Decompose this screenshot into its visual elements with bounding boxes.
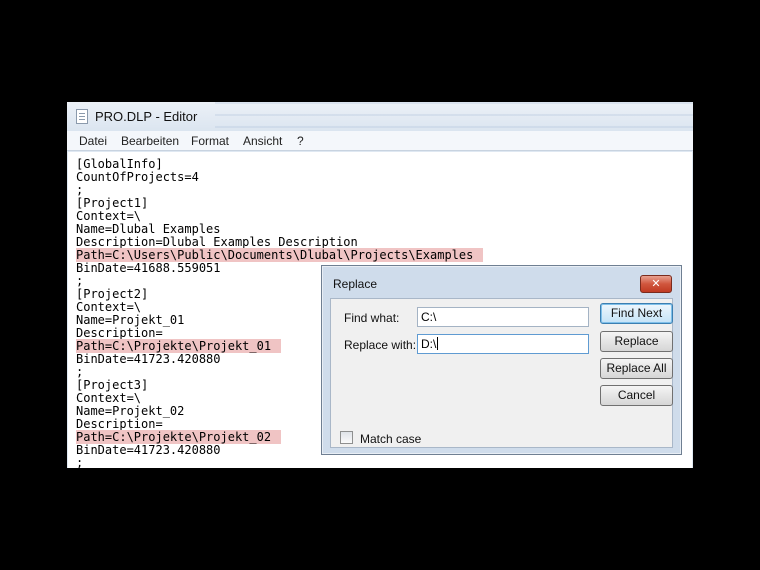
replace-with-value: D:\ (421, 337, 437, 351)
menu-help[interactable]: ? (297, 134, 304, 148)
replace-with-label: Replace with: (344, 338, 417, 352)
line-text: Description= (76, 326, 163, 340)
notepad-icon (76, 109, 88, 124)
line-text: Name=Projekt_02 (76, 404, 185, 418)
line-text: Description=Dlubal Examples Description (76, 235, 358, 249)
title-bar[interactable]: PRO.DLP - Editor (67, 102, 693, 131)
dialog-title: Replace (333, 277, 378, 291)
text-line: BinDate=41723.420880 (76, 353, 221, 366)
line-text: ; (76, 274, 84, 288)
menu-ansicht[interactable]: Ansicht (243, 134, 282, 148)
replace-all-button[interactable]: Replace All (600, 358, 673, 379)
line-text: BinDate=41723.420880 (76, 352, 221, 366)
find-what-value: C:\ (421, 310, 437, 324)
text-line: CountOfProjects=4 (76, 171, 199, 184)
match-case-label[interactable]: Match case (360, 432, 421, 446)
replace-with-input[interactable]: D:\ (417, 334, 589, 354)
text-line: BinDate=41688.559051 (76, 262, 221, 275)
find-what-label: Find what: (344, 311, 400, 325)
line-text: ; (76, 183, 84, 197)
line-text: Name=Projekt_01 (76, 313, 185, 327)
line-text: [Project2] (76, 287, 149, 301)
line-text: [GlobalInfo] (76, 157, 163, 171)
text-line: BinDate=41723.420880 (76, 444, 221, 457)
line-text: ; (76, 456, 84, 469)
background-window-ghost (215, 102, 693, 131)
line-text: [Project3] (76, 378, 149, 392)
highlighted-path-text: Path=C:\Users\Public\Documents\Dlubal\Pr… (76, 248, 484, 262)
dialog-content: Find what: C:\ Replace with: D:\ Find Ne… (330, 298, 673, 448)
line-text: BinDate=41723.420880 (76, 443, 221, 457)
line-text: Description= (76, 417, 163, 431)
highlighted-path-text: Path=C:\Projekte\Projekt_02 (76, 430, 282, 444)
cancel-button[interactable]: Cancel (600, 385, 673, 406)
line-text: [Project1] (76, 196, 149, 210)
find-next-button[interactable]: Find Next (600, 303, 673, 324)
line-text: Context=\ (76, 300, 142, 314)
replace-button[interactable]: Replace (600, 331, 673, 352)
menu-bearbeiten[interactable]: Bearbeiten (121, 134, 179, 148)
line-text: Context=\ (76, 209, 142, 223)
find-what-input[interactable]: C:\ (417, 307, 589, 327)
match-case-checkbox[interactable] (340, 431, 353, 444)
menu-bar: Datei Bearbeiten Format Ansicht ? (67, 131, 693, 151)
highlighted-path-text: Path=C:\Projekte\Projekt_01 (76, 339, 282, 353)
menu-format[interactable]: Format (191, 134, 229, 148)
text-caret (437, 337, 439, 350)
line-text: CountOfProjects=4 (76, 170, 199, 184)
close-button[interactable]: ✕ (640, 275, 672, 293)
menu-datei[interactable]: Datei (79, 134, 107, 148)
line-text: ; (76, 365, 84, 379)
line-text: Context=\ (76, 391, 142, 405)
line-text: BinDate=41688.559051 (76, 261, 221, 275)
replace-dialog: Replace ✕ Find what: C:\ Replace with: D… (321, 265, 682, 455)
window-title: PRO.DLP - Editor (95, 109, 198, 124)
line-text: Name=Dlubal Examples (76, 222, 221, 236)
text-line: ; (76, 456, 84, 469)
